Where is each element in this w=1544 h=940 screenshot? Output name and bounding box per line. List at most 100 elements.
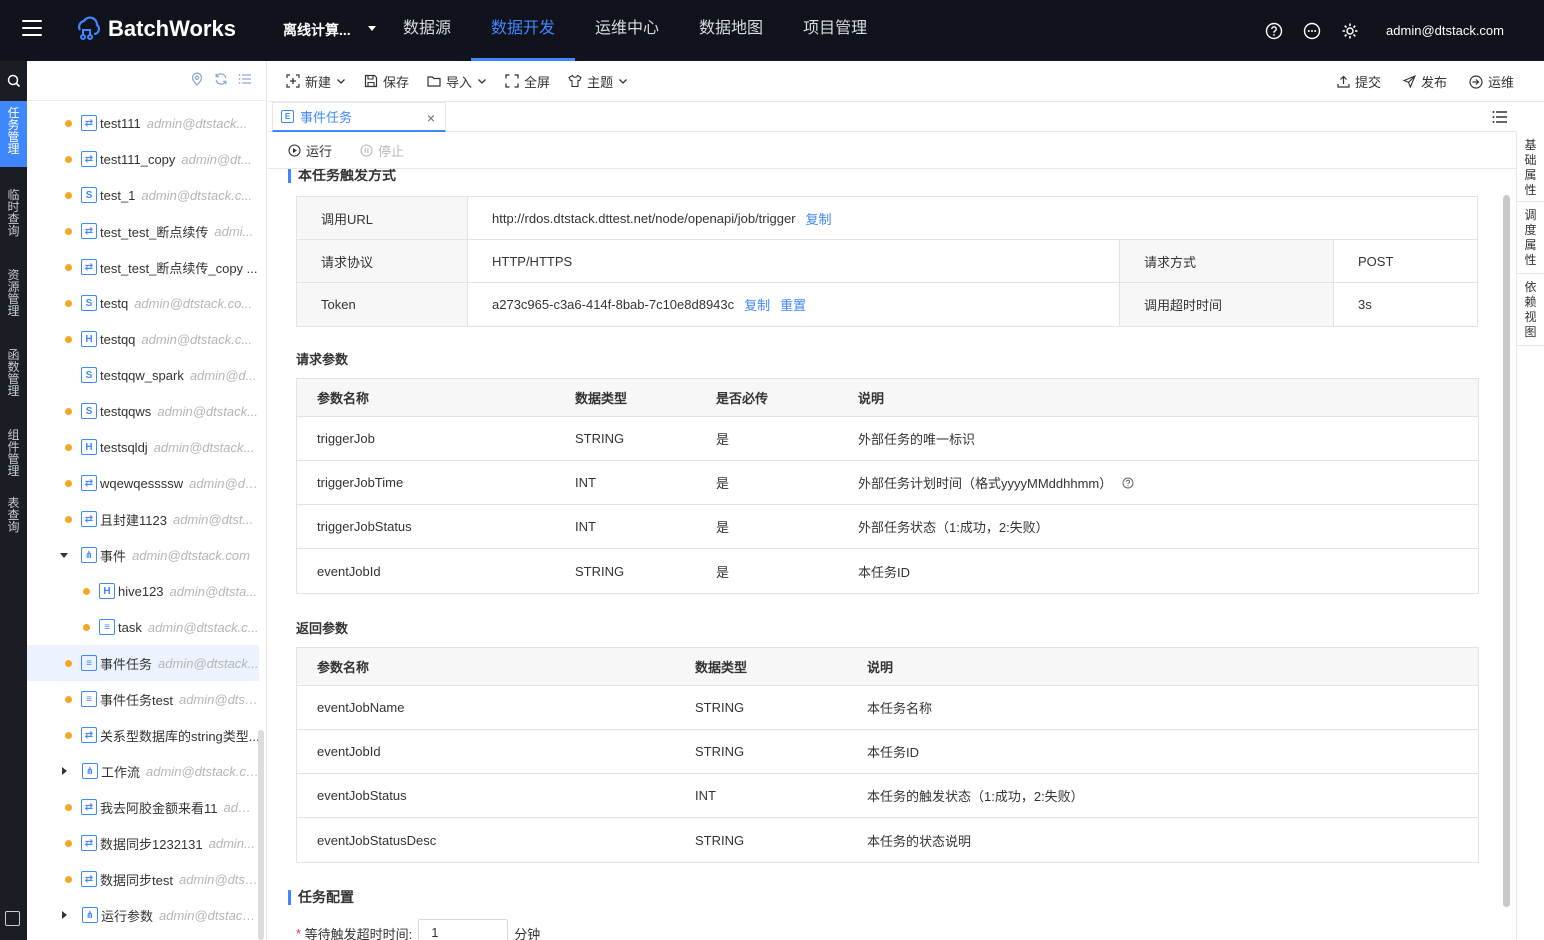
tree-item[interactable]: ⋔ 工作流 admin@dtstack.com [27, 753, 259, 789]
tab-event-task[interactable]: E 事件任务 × [272, 102, 446, 132]
tree-item[interactable]: ⇄ test111_copy admin@dt... [27, 141, 259, 177]
rail-table-query[interactable]: 表查询 [0, 487, 27, 557]
tree-item-name: wqewqessssw [100, 475, 184, 491]
rail-task-mgmt[interactable]: 任务管理 [0, 101, 27, 167]
wait-timeout-input[interactable]: 1 [418, 919, 509, 940]
caret-right-icon[interactable] [62, 911, 67, 919]
tree-item[interactable]: ⇄ test_test_断点续传 admi... [27, 213, 259, 249]
tree-item[interactable]: ⇄ 且封建1123 admin@dtst... [27, 501, 259, 537]
table-header: 参数名称 数据类型 是否必传 说明 [297, 379, 1478, 417]
tree-item[interactable]: Htestsqldj admin@dtstack... [27, 429, 259, 465]
new-button[interactable]: 新建 [286, 72, 346, 91]
app-name: BatchWorks [108, 16, 236, 41]
save-button[interactable]: 保存 [364, 72, 409, 91]
sync-task-icon: ⇄ [81, 871, 97, 887]
tree-item[interactable]: ⇄ 数据同步test admin@dtst... [27, 861, 259, 897]
event-task-icon: ≡ [81, 655, 97, 671]
nav-data-map[interactable]: 数据地图 [679, 0, 783, 61]
tree-item[interactable]: Htestqq admin@dtstack.c... [27, 321, 259, 357]
col-data-type: 数据类型 [695, 660, 748, 675]
ops-button[interactable]: 运维 [1469, 72, 1514, 91]
search-icon[interactable] [0, 61, 27, 101]
cell: STRING [575, 431, 625, 446]
token-value: a273c965-c3a6-414f-8bab-7c10e8d8943c [492, 297, 735, 312]
shirt-icon [568, 74, 582, 88]
rail-component-mgmt[interactable]: 组件管理 [0, 407, 27, 487]
tree-item-name: testqq [100, 331, 136, 347]
tree-item[interactable]: ⇄ 关系型数据库的string类型... [27, 717, 259, 753]
import-button[interactable]: 导入 [427, 72, 487, 91]
checklist-icon[interactable] [5, 911, 20, 926]
tree-item-name: test111_copy [100, 151, 176, 167]
tree-item[interactable]: ≡ 事件任务test admin@dtst... [27, 681, 259, 717]
stop-button[interactable]: 停止 [360, 141, 404, 160]
tree-scrollbar[interactable] [258, 730, 264, 940]
cell: 本任务的状态说明 [867, 833, 972, 849]
caret-right-icon[interactable] [62, 767, 67, 775]
copy-token-link[interactable]: 复制 [744, 295, 770, 314]
rail-resource-mgmt[interactable]: 资源管理 [0, 247, 27, 327]
publish-button[interactable]: 发布 [1402, 72, 1447, 91]
panel-schedule-props[interactable]: 调度属性 [1517, 202, 1544, 274]
tree-item[interactable]: ⇄ wqewqessssw admin@dt... [27, 465, 259, 501]
menu-icon[interactable] [22, 20, 42, 36]
user-account[interactable]: admin@dtstack.com [1386, 23, 1504, 38]
tree-item[interactable]: ≡ 事件任务 admin@dtstack... [27, 645, 259, 681]
run-button[interactable]: 运行 [288, 141, 332, 160]
help-icon[interactable] [1264, 21, 1284, 41]
help-icon[interactable] [1122, 477, 1134, 489]
caret-down-icon[interactable] [60, 552, 68, 558]
cell: 本任务名称 [867, 701, 933, 716]
rail-temp-query[interactable]: 临时查询 [0, 167, 27, 247]
tree-item[interactable]: Stestqqw_spark admin@d... [27, 357, 259, 393]
list-icon[interactable] [238, 72, 252, 89]
tree-item[interactable]: Stestqqws admin@dtstack... [27, 393, 259, 429]
submit-button[interactable]: 提交 [1337, 72, 1381, 91]
tree-item[interactable]: ⇄ 数据同步1232131 admin... [27, 825, 259, 861]
cell: eventJobName [317, 700, 405, 715]
tree-item-owner: admin@dtst... [178, 871, 259, 887]
tree-item-name: task [118, 619, 142, 635]
tab-label: 事件任务 [300, 110, 353, 125]
nav-datasource[interactable]: 数据源 [383, 0, 471, 61]
theme-button[interactable]: 主题 [568, 72, 628, 91]
fullscreen-button[interactable]: 全屏 [505, 72, 550, 91]
logo[interactable]: BatchWorks [74, 16, 236, 42]
tree-item[interactable]: Stest_1 admin@dtstack.c... [27, 177, 259, 213]
table-header: 参数名称 数据类型 说明 [297, 648, 1478, 686]
tree-item[interactable]: Stestq admin@dtstack.co... [27, 285, 259, 321]
tree-item-name: test_1 [100, 187, 136, 203]
nav-project-mgmt[interactable]: 项目管理 [783, 0, 887, 61]
rail-function-mgmt[interactable]: 函数管理 [0, 327, 27, 407]
content-scrollbar[interactable] [1503, 195, 1510, 907]
sync-task-icon: ⇄ [81, 475, 97, 491]
event-task-icon: ≡ [81, 691, 97, 707]
project-selector[interactable]: 离线计算... [283, 20, 351, 40]
settings-icon[interactable] [1340, 21, 1360, 41]
chevron-down-icon[interactable] [368, 26, 376, 31]
reset-token-link[interactable]: 重置 [780, 295, 806, 314]
request-params-table: 参数名称 数据类型 是否必传 说明 triggerJob STRING 是 外部… [296, 378, 1479, 594]
tree-item[interactable]: ⋔ 事件 admin@dtstack.com [27, 537, 259, 573]
tree-item-name: 事件 [100, 548, 127, 564]
tree-item-name: 数据同步1232131 [100, 836, 203, 852]
copy-url-link[interactable]: 复制 [806, 209, 832, 228]
tree-item[interactable]: ⋔ 运行参数 admin@dtstack... [27, 897, 259, 933]
tree-item[interactable]: ⇄ test_test_断点续传_copy ... [27, 249, 259, 285]
tree-item[interactable]: Hhive123 admin@dtsta... [27, 573, 259, 609]
tree-item[interactable]: ⇄ 我去阿胶金额来看11 admi... [27, 789, 259, 825]
tree-item[interactable]: ≡ task admin@dtstack.c... [27, 609, 259, 645]
message-icon[interactable] [1302, 21, 1322, 41]
close-icon[interactable]: × [427, 110, 435, 126]
status-dot [65, 227, 72, 235]
nav-data-dev[interactable]: 数据开发 [471, 0, 576, 61]
tree-item[interactable]: ⇄ test111 admin@dtstack... [27, 105, 259, 141]
panel-basic-props[interactable]: 基础属性 [1517, 132, 1544, 202]
panel-dependency-view[interactable]: 依赖视图 [1517, 274, 1544, 346]
nav-ops-center[interactable]: 运维中心 [575, 0, 679, 61]
tab-list-icon[interactable] [1492, 110, 1508, 127]
status-dot [65, 443, 72, 451]
locate-icon[interactable] [190, 72, 204, 89]
refresh-icon[interactable] [214, 72, 228, 89]
hive-task-icon: H [81, 439, 97, 455]
